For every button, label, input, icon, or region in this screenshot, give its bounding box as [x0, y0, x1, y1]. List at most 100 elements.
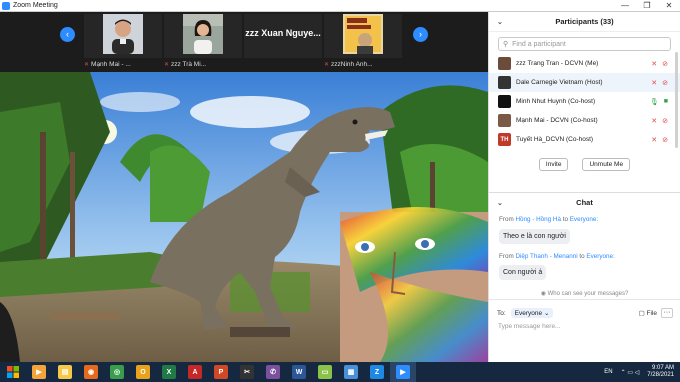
collapse-chevron-icon[interactable]: ⌄ [497, 199, 503, 207]
participant-video [183, 14, 223, 54]
taskbar-file-explorer-icon[interactable]: ▤ [52, 362, 78, 382]
taskbar-chrome-icon[interactable]: ◎ [104, 362, 130, 382]
chrome-glyph-icon: ◎ [110, 365, 124, 379]
thumbnail-label: ✕ zzzNinh Anh... [324, 61, 402, 68]
chat-message-meta: From Diệp Thanh - Menanni to Everyone: [499, 253, 615, 260]
more-options-button[interactable]: ··· [661, 308, 673, 318]
start-button[interactable] [0, 362, 26, 382]
thumbnail-label: ✕ zzz Trà Mi... [164, 61, 242, 68]
avatar: TH [498, 133, 511, 146]
video-thumbnail[interactable]: ✕ zzzNinh Anh... [324, 14, 402, 68]
clock[interactable]: 9:07 AM 7/28/2021 [647, 365, 674, 379]
muted-mic-icon: ✕ [651, 117, 658, 125]
file-icon: ▢ [638, 310, 647, 317]
muted-mic-icon: ✕ [651, 136, 658, 144]
participant-video [343, 14, 383, 54]
unmute-me-button[interactable]: Unmute Me [582, 158, 631, 171]
participants-title: Participants (33) [555, 17, 614, 26]
video-thumbnail[interactable]: ✕ Mạnh Mai - ... [84, 14, 162, 68]
participant-name: Tuyết Hà_DCVN (Co-host) [516, 136, 594, 143]
main-video[interactable] [0, 72, 488, 362]
participant-row[interactable]: TH Tuyết Hà_DCVN (Co-host) ✕ ⊘ [489, 130, 680, 149]
store-glyph-icon: ▦ [344, 365, 358, 379]
recipient-dropdown[interactable]: Everyone ⌄ [510, 308, 554, 318]
video-camera-icon: ■ [663, 97, 668, 105]
participant-status-icons: 🎙 ■ [650, 98, 668, 106]
acrobat-glyph-icon: A [188, 365, 202, 379]
taskbar-firefox-icon[interactable]: ◉ [78, 362, 104, 382]
taskbar-zalo-icon[interactable]: Z [364, 362, 390, 382]
to-label: to [579, 253, 585, 260]
taskbar-capcut-icon[interactable]: ✂ [234, 362, 260, 382]
to-label: To: [497, 309, 506, 317]
maximize-button[interactable]: ❐ [636, 0, 658, 12]
eye-icon: ◉ [540, 291, 548, 297]
windows-taskbar: ▶ ▤ ◉ ◎ O X A P ✂ ✆ W ▭ ▦ Z ▶ EN ⌃ ▭ ◁ 9:07 AM 7/28/20… [0, 362, 680, 382]
chat-message-bubble: Con người á [499, 265, 547, 280]
participants-header: ⌄ Participants (33) [489, 12, 680, 32]
next-page-button[interactable]: › [413, 27, 428, 42]
taskbar-excel-icon[interactable]: X [156, 362, 182, 382]
taskbar-viber-icon[interactable]: ✆ [260, 362, 286, 382]
search-placeholder: Find a participant [512, 40, 566, 48]
participant-status-icons: ✕ ⊘ [651, 117, 668, 125]
participant-status-icons: ✕ ⊘ [651, 60, 668, 68]
word-glyph-icon: W [292, 365, 306, 379]
folder-green-glyph-icon: ▭ [318, 365, 332, 379]
mic-icon: 🎙 [649, 98, 659, 106]
clock-date: 7/28/2021 [647, 372, 674, 378]
participant-name: Minh Nhut Huynh (Co-host) [516, 98, 596, 105]
participant-list-scrollbar[interactable] [675, 52, 678, 148]
participant-row[interactable]: Mạnh Mai - DCVN (Co-host) ✕ ⊘ [489, 111, 680, 130]
taskbar-store-icon[interactable]: ▦ [338, 362, 364, 382]
thumbnail-label: ✕ Mạnh Mai - ... [84, 61, 162, 68]
taskbar-powerpoint-icon[interactable]: P [208, 362, 234, 382]
recipient-name[interactable]: Everyone: [586, 253, 614, 260]
taskbar-folder-green-icon[interactable]: ▭ [312, 362, 338, 382]
who-can-see-link[interactable]: ◉ Who can see your messages? [489, 290, 680, 300]
recipient-name[interactable]: Everyone: [570, 216, 598, 223]
avatar [498, 114, 511, 127]
video-thumbnail[interactable]: zzz Xuan Nguye... [244, 14, 322, 58]
close-button[interactable]: ✕ [658, 0, 680, 12]
language-indicator[interactable]: EN [604, 369, 612, 375]
file-label: File [646, 310, 657, 317]
video-thumbnail[interactable]: ✕ zzz Trà Mi... [164, 14, 242, 68]
participant-list: zzz Trang Tran - DCVN (Me) ✕ ⊘ Dale Carnegi… [489, 54, 680, 149]
sender-name[interactable]: Diệp Thanh - Menanni [515, 253, 577, 260]
to-label: to [562, 216, 568, 223]
taskbar-media-player-icon[interactable]: ▶ [26, 362, 52, 382]
participant-row[interactable]: Dale Carnegie Vietnam (Host) ✕ ⊘ [489, 73, 680, 92]
tray-icons[interactable]: ⌃ ▭ ◁ [621, 369, 640, 376]
participant-name: Dale Carnegie Vietnam (Host) [516, 79, 603, 86]
muted-mic-icon: ✕ [651, 60, 658, 68]
windows-logo-icon [7, 366, 19, 378]
system-tray: EN ⌃ ▭ ◁ 9:07 AM 7/28/2021 [604, 362, 674, 382]
taskbar-word-icon[interactable]: W [286, 362, 312, 382]
chat-message-input[interactable]: Type message here... [498, 323, 561, 330]
muted-mic-icon: ✕ [84, 62, 90, 68]
participant-row[interactable]: zzz Trang Tran - DCVN (Me) ✕ ⊘ [489, 54, 680, 73]
taskbar-zoom-icon[interactable]: ▶ [390, 362, 416, 382]
taskbar-outlook-icon[interactable]: O [130, 362, 156, 382]
who-can-see-label: Who can see your messages? [547, 291, 629, 297]
chat-message-meta: From Hồng - Hồng Hà to Everyone: [499, 216, 598, 223]
capcut-glyph-icon: ✂ [240, 365, 254, 379]
thumbnail-strip: ‹ ✕ Mạnh Mai - ... ✕ zzz Trà Mi... zzz X… [0, 12, 488, 72]
prev-page-button[interactable]: ‹ [60, 27, 75, 42]
video-off-icon: ⊘ [662, 60, 668, 68]
chevron-down-icon: ⌄ [543, 310, 550, 317]
taskbar-acrobat-icon[interactable]: A [182, 362, 208, 382]
firefox-glyph-icon: ◉ [84, 365, 98, 379]
participant-status-icons: ✕ ⊘ [651, 136, 668, 144]
video-off-icon: ⊘ [662, 79, 668, 87]
invite-button[interactable]: Invite [538, 158, 569, 171]
collapse-chevron-icon[interactable]: ⌄ [497, 18, 503, 26]
participant-search-input[interactable]: ⚲ Find a participant [498, 37, 671, 51]
sender-name[interactable]: Hồng - Hồng Hà [515, 216, 561, 223]
file-button[interactable]: ▢ File [639, 309, 657, 317]
muted-mic-icon: ✕ [164, 62, 170, 68]
participant-name: zzz Trà Mi... [171, 61, 207, 68]
minimize-button[interactable]: — [614, 0, 636, 12]
participant-row[interactable]: Minh Nhut Huynh (Co-host) 🎙 ■ [489, 92, 680, 111]
